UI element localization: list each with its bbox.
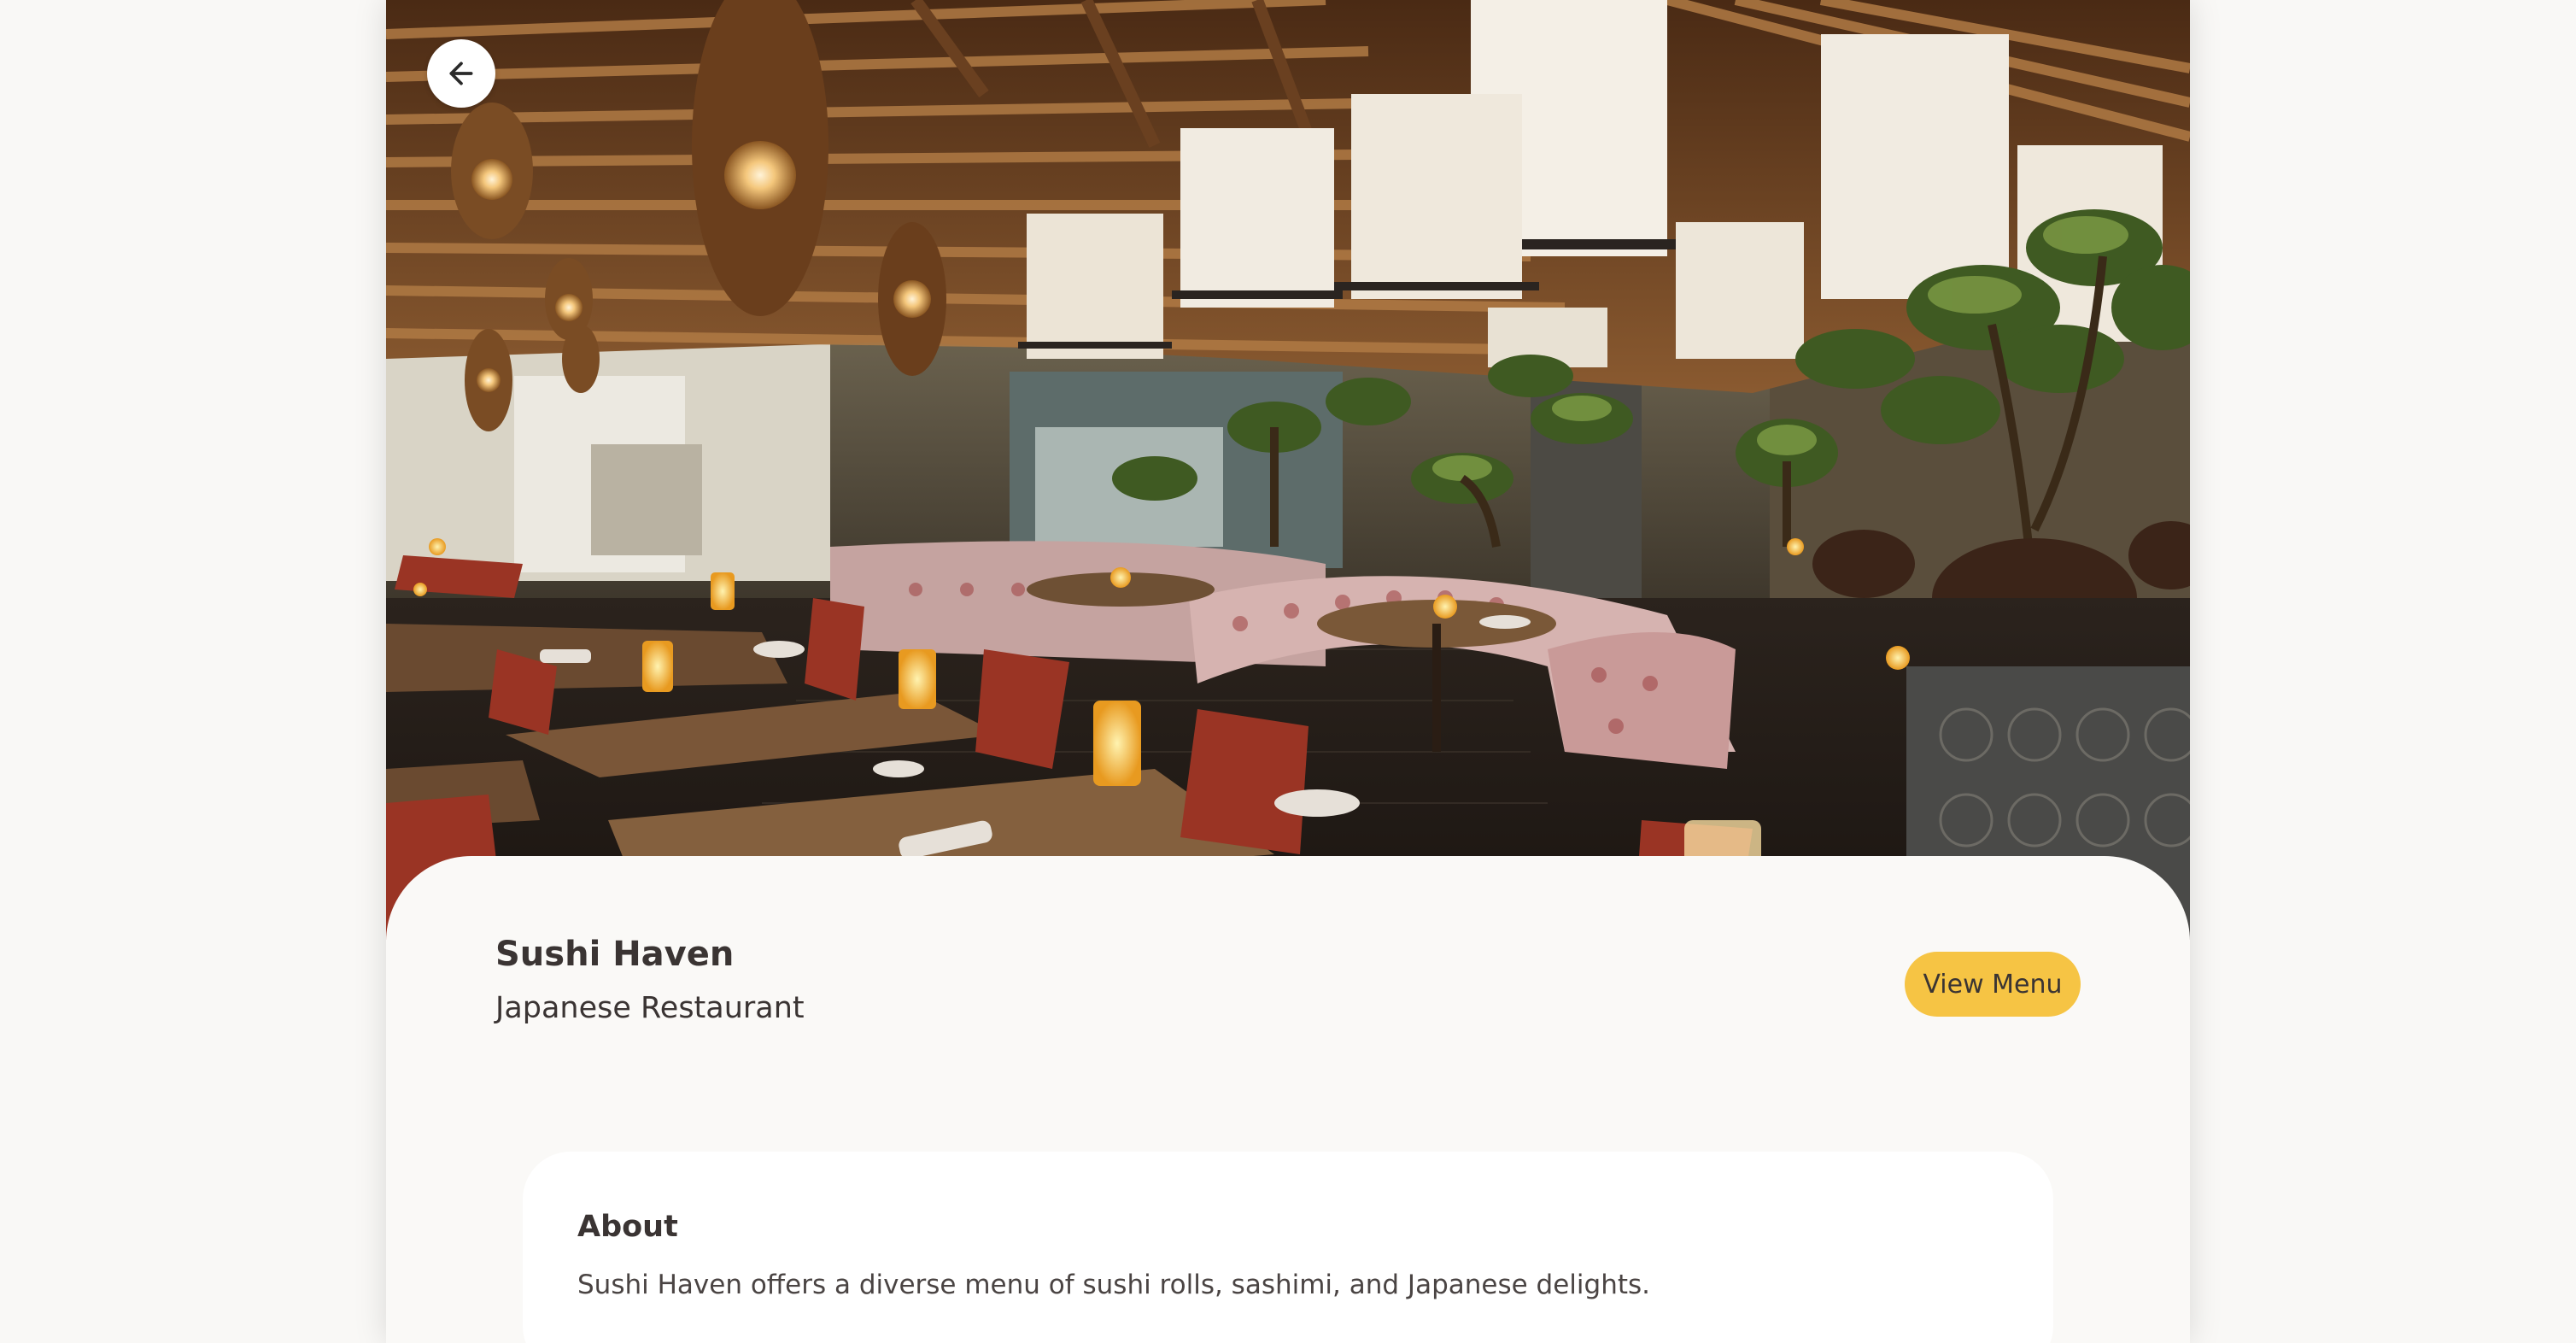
restaurant-type: Japanese Restaurant bbox=[495, 991, 805, 1025]
about-title: About bbox=[577, 1210, 678, 1244]
view-menu-button[interactable]: View Menu bbox=[1905, 952, 2081, 1017]
restaurant-name: Sushi Haven bbox=[495, 935, 735, 974]
page: Sushi Haven Japanese Restaurant View Men… bbox=[0, 0, 2576, 1343]
about-description: Sushi Haven offers a diverse menu of sus… bbox=[577, 1270, 1650, 1300]
restaurant-detail-screen: Sushi Haven Japanese Restaurant View Men… bbox=[386, 0, 2190, 1343]
back-button[interactable] bbox=[427, 39, 495, 108]
arrow-left-icon bbox=[449, 62, 473, 85]
about-card: About Sushi Haven offers a diverse menu … bbox=[523, 1152, 2053, 1343]
restaurant-hero-image bbox=[386, 0, 2190, 940]
restaurant-info-sheet: Sushi Haven Japanese Restaurant View Men… bbox=[386, 856, 2190, 1343]
